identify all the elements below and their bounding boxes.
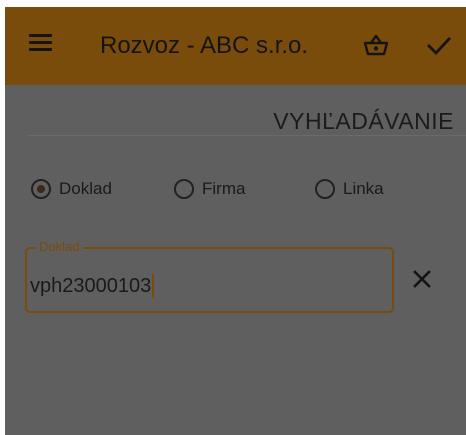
doklad-field-label: Doklad xyxy=(35,239,84,255)
radio-option-firma[interactable]: Firma xyxy=(174,176,245,202)
app-title: Rozvoz - ABC s.r.o. xyxy=(100,32,309,59)
hamburger-menu-icon[interactable] xyxy=(29,34,52,52)
basket-icon[interactable] xyxy=(361,30,391,58)
doklad-input-value[interactable]: vph23000103 xyxy=(30,274,155,298)
close-icon[interactable] xyxy=(412,269,432,289)
radio-label-firma: Firma xyxy=(202,179,246,198)
section-divider xyxy=(27,135,466,136)
app-screen: Rozvoz - ABC s.r.o. VYHĽADÁVANIE Doklad … xyxy=(5,7,466,435)
app-bar: Rozvoz - ABC s.r.o. xyxy=(5,7,466,85)
doklad-input-field[interactable]: Doklad vph23000103 xyxy=(25,239,394,313)
radio-option-doklad[interactable]: Doklad xyxy=(31,176,112,202)
radio-button-checked[interactable] xyxy=(31,179,51,199)
radio-label-linka: Linka xyxy=(343,179,384,198)
checkmark-icon[interactable] xyxy=(425,31,453,59)
radio-label-doklad: Doklad xyxy=(59,179,112,198)
doklad-value-text: vph23000103 xyxy=(30,275,152,297)
radio-option-linka[interactable]: Linka xyxy=(315,176,384,202)
radio-button-unchecked[interactable] xyxy=(315,179,335,199)
text-cursor xyxy=(152,274,155,298)
search-section-title: VYHĽADÁVANIE xyxy=(273,108,454,134)
radio-button-unchecked[interactable] xyxy=(174,179,194,199)
